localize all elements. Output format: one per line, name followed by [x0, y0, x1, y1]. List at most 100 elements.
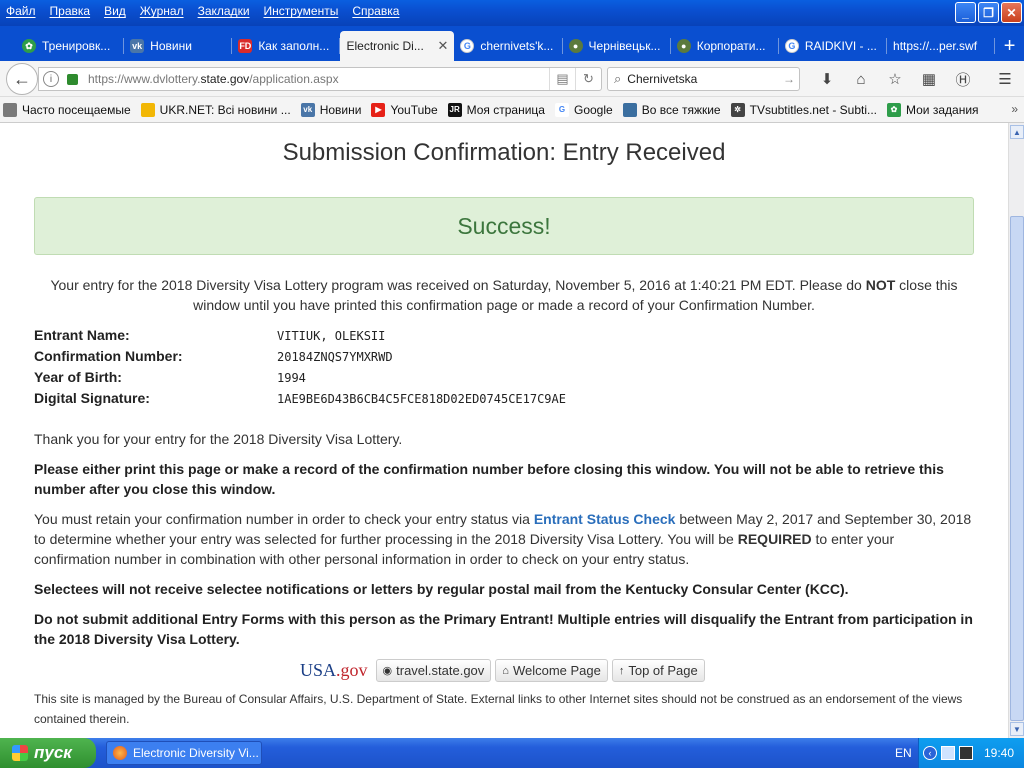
bookmark-label: Моя страница: [466, 102, 545, 117]
window-controls: _ ❐ ✕: [955, 2, 1022, 23]
vertical-scrollbar[interactable]: ▲ ▼: [1008, 123, 1024, 738]
start-button[interactable]: пуск: [0, 738, 96, 768]
entry-text-bold: NOT: [865, 277, 896, 293]
home-icon[interactable]: ⌂: [844, 67, 878, 91]
tab-korporatsiya[interactable]: ● Корпорати...: [671, 31, 779, 61]
travel-state-gov-button[interactable]: ◉ travel.state.gov: [375, 659, 492, 682]
site-icon: [622, 102, 637, 117]
search-input[interactable]: Chernivetska: [627, 72, 697, 86]
tab-chernivetska[interactable]: ● Чернівецьк...: [563, 31, 671, 61]
bookmarks-list-icon[interactable]: ▦: [912, 67, 946, 91]
footer-disclaimer: This site is managed by the Bureau of Co…: [34, 692, 963, 726]
bookmark-label: TVsubtitles.net - Subti...: [749, 102, 877, 117]
retain-text-bold: REQUIRED: [737, 531, 812, 547]
page-title: Submission Confirmation: Entry Received: [282, 139, 726, 166]
windows-logo-icon: [12, 745, 28, 761]
url-prefix: https://www.dvlottery.: [88, 72, 201, 86]
home-icon: ⌂: [502, 664, 509, 677]
info-icon[interactable]: i: [43, 71, 59, 87]
new-tab-button[interactable]: +: [995, 31, 1024, 61]
google-icon: G: [554, 102, 569, 117]
search-go-icon[interactable]: →: [783, 72, 795, 86]
download-icon[interactable]: ⬇: [810, 67, 844, 91]
usa-logo-gov: .gov: [336, 660, 368, 680]
button-label: travel.state.gov: [396, 663, 485, 678]
top-of-page-button[interactable]: ↑ Top of Page: [611, 659, 705, 682]
digital-signature-label: Digital Signature:: [34, 390, 150, 406]
scroll-up-icon[interactable]: ▲: [1010, 125, 1024, 139]
taskbar-window-label: Electronic Diversity Vi...: [133, 746, 259, 760]
reload-icon[interactable]: ↻: [575, 68, 601, 90]
footer-buttons: USA.gov ◉ travel.state.gov ⌂ Welcome Page …: [300, 659, 705, 682]
bookmark-most-visited[interactable]: Часто посещаемые: [3, 102, 131, 117]
bookmarks-overflow-icon[interactable]: »: [1011, 102, 1018, 116]
bookmark-label: Новини: [319, 102, 362, 117]
arrow-up-icon: ↑: [618, 664, 625, 677]
reader-view-icon[interactable]: ▤: [549, 68, 575, 90]
search-icon: ⌕: [614, 71, 622, 86]
tab-strip: ✿ Тренировк... vk Новини FD Как заполн..…: [0, 26, 1024, 61]
paw-icon: ✿: [22, 39, 36, 53]
menu-tools[interactable]: Инструменты: [264, 4, 339, 18]
url-suffix: /application.aspx: [249, 72, 339, 86]
maximize-button[interactable]: ❐: [978, 2, 999, 23]
bookmark-label: UKR.NET: Всі новини ...: [159, 102, 291, 117]
confirmation-number-value: 20184ZNQS7YMXRWD: [277, 350, 393, 364]
bookmark-novyny[interactable]: vk Новини: [300, 102, 362, 117]
taskbar: пуск Electronic Diversity Vi... EN ‹ 19:…: [0, 738, 1024, 768]
tab-raidkivi[interactable]: G RAIDKIVI - ...: [779, 31, 888, 61]
bookmark-my-tasks[interactable]: ✿ Мои задания: [887, 102, 979, 117]
bookmark-youtube[interactable]: ▶ YouTube: [371, 102, 438, 117]
tab-kak-zapolnit[interactable]: FD Как заполн...: [232, 31, 341, 61]
minimize-button[interactable]: _: [955, 2, 976, 23]
bookmark-google[interactable]: G Google: [554, 102, 613, 117]
menu-file[interactable]: Файл: [6, 4, 36, 18]
button-label: Welcome Page: [512, 663, 601, 678]
bookmark-label: YouTube: [390, 102, 438, 117]
scroll-thumb[interactable]: [1010, 216, 1024, 721]
bookmark-my-page[interactable]: JR Моя страница: [447, 102, 545, 117]
entrant-status-check-link[interactable]: Entrant Status Check: [534, 511, 676, 527]
menu-history[interactable]: Журнал: [140, 4, 184, 18]
search-bar[interactable]: ⌕ Chernivetska →: [607, 67, 800, 91]
tab-trenirovki[interactable]: ✿ Тренировк...: [16, 31, 125, 61]
bookmark-ukr-net[interactable]: UKR.NET: Всі новини ...: [140, 102, 291, 117]
url-text[interactable]: https://www.dvlottery.state.gov/applicat…: [88, 72, 549, 86]
usa-gov-logo[interactable]: USA.gov: [300, 660, 368, 681]
welcome-page-button[interactable]: ⌂ Welcome Page: [495, 659, 608, 682]
monitor-icon[interactable]: [959, 746, 973, 760]
close-tab-icon[interactable]: ✕: [437, 38, 448, 54]
taskbar-firefox-window[interactable]: Electronic Diversity Vi...: [106, 741, 262, 765]
menu-edit[interactable]: Правка: [50, 4, 91, 18]
tab-electronic-dv[interactable]: Electronic Di... ✕: [340, 31, 455, 61]
addon-h-icon[interactable]: Ⓗ: [946, 67, 980, 91]
site-icon: ●: [568, 39, 583, 53]
back-arrow-icon: ←: [13, 68, 31, 89]
menu-bookmarks[interactable]: Закладки: [198, 4, 250, 18]
tab-label: Как заполн...: [258, 39, 330, 53]
close-window-button[interactable]: ✕: [1001, 2, 1022, 23]
tray-expand-icon[interactable]: ‹: [923, 746, 937, 760]
scroll-down-icon[interactable]: ▼: [1010, 722, 1024, 736]
tab-label: https://...per.swf: [893, 39, 978, 53]
bookmark-tvsubtitles[interactable]: ✲ TVsubtitles.net - Subti...: [730, 102, 877, 117]
network-icon[interactable]: [941, 746, 955, 760]
back-button[interactable]: ←: [6, 63, 38, 95]
language-indicator[interactable]: EN: [895, 746, 912, 760]
start-label: пуск: [34, 743, 72, 762]
tab-chernivetsk[interactable]: G chernivets'k...: [454, 31, 563, 61]
tab-swf[interactable]: https://...per.swf: [887, 31, 996, 61]
menu-view[interactable]: Вид: [104, 4, 126, 18]
address-bar[interactable]: i https://www.dvlottery.state.gov/applic…: [38, 67, 602, 91]
gear-icon: ✲: [730, 102, 745, 117]
bookmark-breaking-bad[interactable]: Во все тяжкие: [622, 102, 721, 117]
success-text: Success!: [457, 212, 551, 239]
lock-icon[interactable]: [67, 73, 78, 85]
google-icon: G: [460, 39, 475, 53]
bookmark-label: Во все тяжкие: [641, 102, 721, 117]
digital-signature-value: 1AE9BE6D43B6CB4C5FCE818D02ED0745CE17C9AE: [277, 392, 566, 406]
bookmark-star-icon[interactable]: ☆: [878, 67, 912, 91]
hamburger-menu-icon[interactable]: ☰: [988, 67, 1022, 91]
tab-novyny[interactable]: vk Новини: [124, 31, 233, 61]
menu-help[interactable]: Справка: [352, 4, 399, 18]
